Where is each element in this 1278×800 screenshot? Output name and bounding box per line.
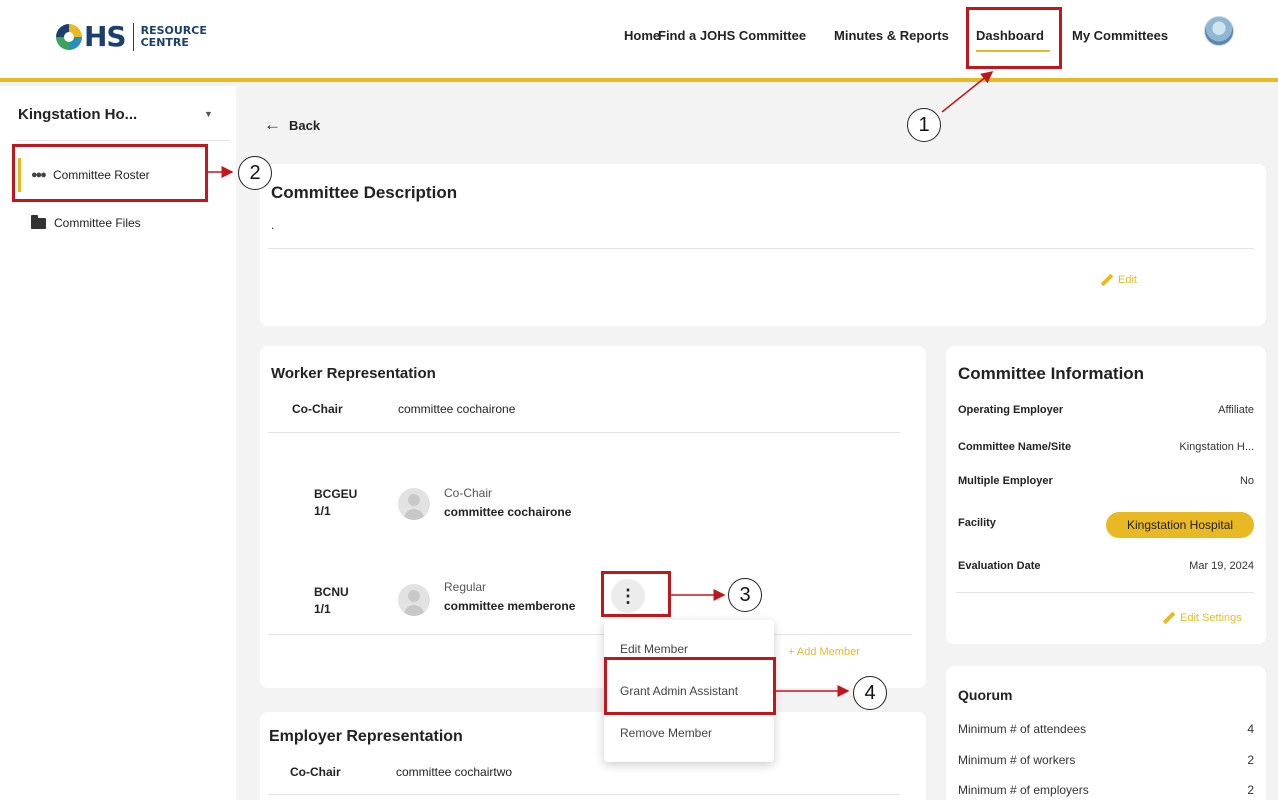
add-member-button[interactable]: + Add Member xyxy=(788,646,860,658)
edit-settings-label: Edit Settings xyxy=(1180,612,1242,624)
member-union: BCGEU 1/1 xyxy=(314,486,357,520)
union-count: 1/1 xyxy=(314,602,331,616)
annotation-number: 3 xyxy=(728,578,762,612)
quorum-value-workers: 2 xyxy=(1247,753,1254,767)
quorum-label-employers: Minimum # of employers xyxy=(958,783,1089,797)
quorum-label-attendees: Minimum # of attendees xyxy=(958,722,1087,736)
user-avatar[interactable] xyxy=(1204,16,1234,46)
nav-minutes-reports[interactable]: Minutes & Reports xyxy=(834,28,949,43)
worker-cochair-label: Co-Chair xyxy=(292,402,343,416)
description-title: Committee Description xyxy=(271,183,458,202)
description-text: . xyxy=(271,218,275,232)
info-label-facility: Facility xyxy=(958,517,996,529)
worker-representation-card xyxy=(260,346,926,688)
back-label: Back xyxy=(289,117,321,133)
info-value-multiple-employer: No xyxy=(1239,475,1254,487)
description-divider xyxy=(268,248,1254,249)
employer-cochair-name: committee cochairtwo xyxy=(396,765,513,779)
member-role: Regular xyxy=(444,580,487,594)
member-role: Co-Chair xyxy=(444,486,493,500)
info-title: Committee Information xyxy=(958,364,1145,383)
annotation-box-kebab xyxy=(601,571,671,617)
annotation-number: 4 xyxy=(853,676,887,710)
sidebar-item-label: Committee Files xyxy=(54,216,141,230)
info-label-committee-name: Committee Name/Site xyxy=(958,441,1072,453)
employer-title: Employer Representation xyxy=(269,728,463,745)
info-label-operating-employer: Operating Employer xyxy=(958,404,1064,416)
employer-divider xyxy=(268,794,900,795)
employer-cochair-label: Co-Chair xyxy=(290,765,341,779)
main-nav: Home Find a JOHS Committee Minutes & Rep… xyxy=(0,28,1278,48)
quorum-label-workers: Minimum # of workers xyxy=(958,753,1076,767)
menu-item-edit-member[interactable]: Edit Member xyxy=(620,642,688,656)
worker-divider xyxy=(268,432,900,433)
member-name: committee memberone xyxy=(444,599,576,613)
employer-representation-card xyxy=(260,712,926,800)
edit-settings-button[interactable]: Edit Settings xyxy=(1162,611,1242,625)
info-value-committee-name: Kingstation H... xyxy=(1179,441,1254,453)
annotation-box-committee-roster xyxy=(12,144,208,202)
member-avatar xyxy=(398,488,430,520)
info-divider xyxy=(956,592,1254,593)
edit-label: Edit xyxy=(1118,274,1137,286)
worker-title: Worker Representation xyxy=(271,365,436,382)
member-name: committee cochairone xyxy=(444,505,572,519)
folder-icon xyxy=(31,214,46,229)
worker-cochair-name: committee cochairone xyxy=(398,402,516,416)
annotation-number: 1 xyxy=(907,108,941,142)
pencil-icon xyxy=(1162,611,1176,625)
arrow-left-icon: ← xyxy=(264,115,281,134)
annotation-box-dashboard xyxy=(966,7,1062,69)
member-union: BCNU 1/1 xyxy=(314,584,349,618)
info-label-evaluation-date: Evaluation Date xyxy=(958,560,1041,572)
sidebar-item-committee-files[interactable]: Committee Files xyxy=(18,206,208,240)
sidebar-divider xyxy=(16,140,230,141)
description-edit-button[interactable]: Edit xyxy=(1100,273,1137,287)
union-count: 1/1 xyxy=(314,504,331,518)
quorum-value-employers: 2 xyxy=(1247,783,1254,797)
annotation-box-grant-admin xyxy=(604,657,776,715)
annotation-number: 2 xyxy=(238,156,272,190)
quorum-value-attendees: 4 xyxy=(1247,722,1254,736)
top-header: HS RESOURCE CENTRE Home Find a JOHS Comm… xyxy=(0,0,1278,82)
worker-footer-divider xyxy=(268,634,912,635)
nav-home[interactable]: Home xyxy=(624,28,660,43)
info-value-operating-employer: Affiliate xyxy=(1218,404,1254,416)
union-name: BCGEU xyxy=(314,487,358,501)
nav-find-committee[interactable]: Find a JOHS Committee xyxy=(658,28,806,43)
menu-item-remove-member[interactable]: Remove Member xyxy=(620,726,712,740)
member-avatar xyxy=(398,584,430,616)
quorum-title: Quorum xyxy=(958,687,1013,703)
committee-information-card xyxy=(946,346,1266,644)
chevron-down-icon[interactable]: ▼ xyxy=(204,109,213,119)
nav-my-committees[interactable]: My Committees xyxy=(1072,28,1168,43)
info-label-multiple-employer: Multiple Employer xyxy=(958,475,1053,487)
committee-select[interactable]: Kingstation Ho... xyxy=(18,106,137,123)
back-button[interactable]: ← Back xyxy=(264,115,320,135)
pencil-icon xyxy=(1100,273,1114,287)
facility-badge: Kingstation Hospital xyxy=(1106,512,1254,538)
union-name: BCNU xyxy=(314,585,349,599)
info-value-evaluation-date: Mar 19, 2024 xyxy=(1189,560,1254,572)
